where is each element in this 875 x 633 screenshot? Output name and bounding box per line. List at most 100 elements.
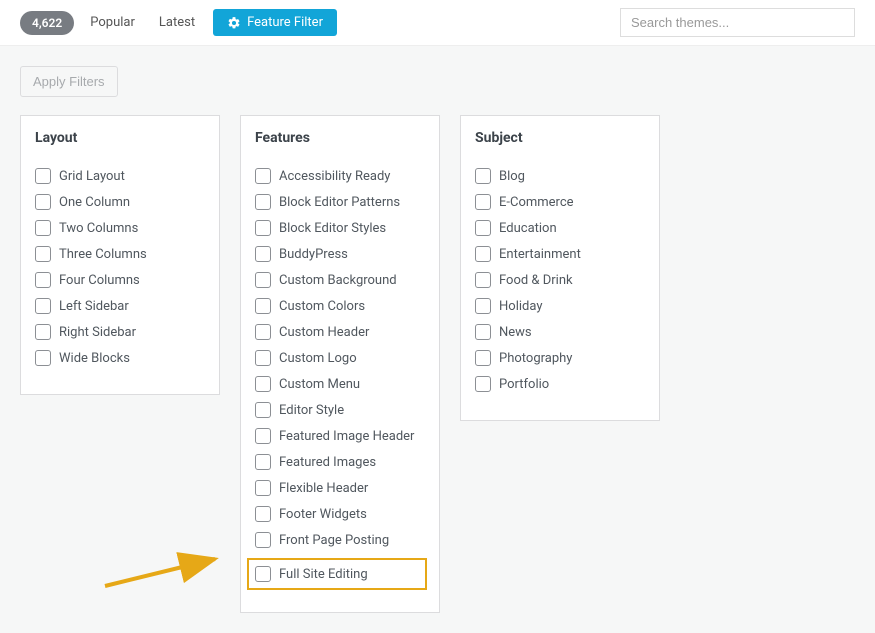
filter-checkbox[interactable] xyxy=(255,480,271,496)
filter-checkbox[interactable] xyxy=(35,194,51,210)
filter-option[interactable]: Two Columns xyxy=(35,220,205,236)
filter-checkbox[interactable] xyxy=(35,272,51,288)
filter-option[interactable]: Blog xyxy=(475,168,645,184)
filter-option[interactable]: Featured Images xyxy=(255,454,425,470)
filter-option[interactable]: Entertainment xyxy=(475,246,645,262)
filter-option[interactable]: Custom Colors xyxy=(255,298,425,314)
filter-checkbox[interactable] xyxy=(255,350,271,366)
filter-checkbox[interactable] xyxy=(255,272,271,288)
filter-checkbox[interactable] xyxy=(35,324,51,340)
filter-checkbox[interactable] xyxy=(35,220,51,236)
filter-checkbox[interactable] xyxy=(35,298,51,314)
filter-option-label: BuddyPress xyxy=(279,247,348,262)
filter-checkbox[interactable] xyxy=(35,350,51,366)
search-input[interactable] xyxy=(620,8,855,37)
filter-option-label: Featured Image Header xyxy=(279,429,414,444)
feature-filter-button[interactable]: Feature Filter xyxy=(213,9,337,36)
filter-checkbox[interactable] xyxy=(255,566,271,582)
filter-option-label: News xyxy=(499,325,532,340)
filter-checkbox[interactable] xyxy=(255,376,271,392)
filter-option[interactable]: Right Sidebar xyxy=(35,324,205,340)
filter-option-label: E-Commerce xyxy=(499,195,574,210)
filter-checkbox[interactable] xyxy=(255,454,271,470)
filter-checkbox[interactable] xyxy=(475,168,491,184)
filter-option[interactable]: Custom Menu xyxy=(255,376,425,392)
filter-option-label: Front Page Posting xyxy=(279,533,389,548)
tab-popular[interactable]: Popular xyxy=(78,9,147,36)
filter-checkbox[interactable] xyxy=(475,246,491,262)
filter-option[interactable]: Footer Widgets xyxy=(255,506,425,522)
filter-option[interactable]: Custom Header xyxy=(255,324,425,340)
filter-checkbox[interactable] xyxy=(475,272,491,288)
filter-option-label: Portfolio xyxy=(499,377,549,392)
feature-filter-label: Feature Filter xyxy=(247,15,323,30)
filter-option-label: Photography xyxy=(499,351,572,366)
filter-option[interactable]: Four Columns xyxy=(35,272,205,288)
filter-checkbox[interactable] xyxy=(475,194,491,210)
filter-option[interactable]: Photography xyxy=(475,350,645,366)
filter-option-label: Wide Blocks xyxy=(59,351,130,366)
gear-icon xyxy=(227,16,241,30)
tab-latest[interactable]: Latest xyxy=(147,9,207,36)
filter-option-label: Two Columns xyxy=(59,221,138,236)
filter-option[interactable]: Grid Layout xyxy=(35,168,205,184)
apply-filters-button[interactable]: Apply Filters xyxy=(20,66,118,97)
filter-option[interactable]: One Column xyxy=(35,194,205,210)
filter-option-label: Full Site Editing xyxy=(279,567,368,582)
filter-option[interactable]: Custom Logo xyxy=(255,350,425,366)
filter-body: Apply Filters Layout Grid LayoutOne Colu… xyxy=(0,46,875,633)
filter-option-label: Custom Menu xyxy=(279,377,360,392)
filter-option[interactable]: E-Commerce xyxy=(475,194,645,210)
topbar: 4,622 Popular Latest Feature Filter xyxy=(0,0,875,46)
filter-option[interactable]: Education xyxy=(475,220,645,236)
filter-checkbox[interactable] xyxy=(255,168,271,184)
filter-checkbox[interactable] xyxy=(255,298,271,314)
filter-option-label: Custom Logo xyxy=(279,351,357,366)
filter-checkbox[interactable] xyxy=(35,168,51,184)
filter-option-label: Left Sidebar xyxy=(59,299,129,314)
filter-option[interactable]: Three Columns xyxy=(35,246,205,262)
filter-checkbox[interactable] xyxy=(35,246,51,262)
filter-checkbox[interactable] xyxy=(255,428,271,444)
filter-checkbox[interactable] xyxy=(255,532,271,548)
filter-checkbox[interactable] xyxy=(475,324,491,340)
filter-checkbox[interactable] xyxy=(255,246,271,262)
filter-option-label: Custom Colors xyxy=(279,299,365,314)
filter-option[interactable]: Featured Image Header xyxy=(255,428,425,444)
subject-heading: Subject xyxy=(475,130,645,146)
filter-option-label: Block Editor Patterns xyxy=(279,195,400,210)
filter-checkbox[interactable] xyxy=(255,194,271,210)
filter-checkbox[interactable] xyxy=(255,220,271,236)
filter-checkbox[interactable] xyxy=(475,376,491,392)
filter-option[interactable]: Custom Background xyxy=(255,272,425,288)
filter-option-label: Three Columns xyxy=(59,247,147,262)
filter-option[interactable]: BuddyPress xyxy=(255,246,425,262)
filter-option[interactable]: Front Page Posting xyxy=(255,532,425,548)
filter-option[interactable]: Block Editor Patterns xyxy=(255,194,425,210)
filter-option-label: Food & Drink xyxy=(499,273,573,288)
filter-option[interactable]: Holiday xyxy=(475,298,645,314)
filter-option-label: One Column xyxy=(59,195,130,210)
filter-columns: Layout Grid LayoutOne ColumnTwo ColumnsT… xyxy=(20,115,855,613)
filter-option[interactable]: Left Sidebar xyxy=(35,298,205,314)
filter-checkbox[interactable] xyxy=(255,402,271,418)
filter-option-label: Grid Layout xyxy=(59,169,125,184)
filter-option[interactable]: Accessibility Ready xyxy=(255,168,425,184)
filter-option[interactable]: Wide Blocks xyxy=(35,350,205,366)
filter-checkbox[interactable] xyxy=(475,298,491,314)
filter-option-label: Right Sidebar xyxy=(59,325,136,340)
filter-option[interactable]: Full Site Editing xyxy=(247,558,427,590)
filter-option-label: Blog xyxy=(499,169,525,184)
filter-option-label: Entertainment xyxy=(499,247,581,262)
filter-option[interactable]: Block Editor Styles xyxy=(255,220,425,236)
filter-option[interactable]: Editor Style xyxy=(255,402,425,418)
filter-checkbox[interactable] xyxy=(475,350,491,366)
filter-option[interactable]: Food & Drink xyxy=(475,272,645,288)
filter-checkbox[interactable] xyxy=(255,506,271,522)
filter-option-label: Education xyxy=(499,221,557,236)
filter-option[interactable]: Flexible Header xyxy=(255,480,425,496)
filter-checkbox[interactable] xyxy=(475,220,491,236)
filter-option[interactable]: News xyxy=(475,324,645,340)
filter-option[interactable]: Portfolio xyxy=(475,376,645,392)
filter-checkbox[interactable] xyxy=(255,324,271,340)
